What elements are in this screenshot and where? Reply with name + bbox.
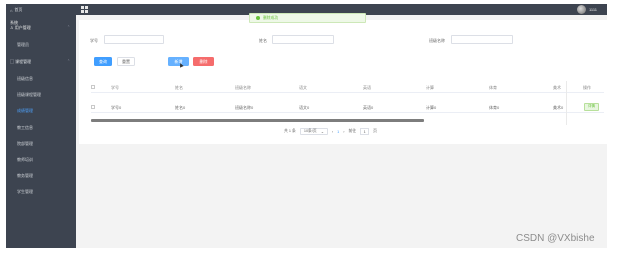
- table-row[interactable]: 学号0 姓名0 班级名称0 语文0 英语0 计算0 体育0 美术0 详情: [91, 101, 604, 113]
- toast-message: 删除成功: [263, 15, 279, 20]
- name-label: 姓名: [259, 38, 267, 43]
- prev-page-button[interactable]: ‹: [332, 130, 333, 134]
- name-input[interactable]: [272, 35, 334, 44]
- username: 1111: [588, 7, 597, 12]
- horizontal-scrollbar[interactable]: [91, 119, 604, 122]
- sidebar-item-staff[interactable]: 教工信息: [17, 125, 33, 131]
- student-id-input[interactable]: [104, 35, 164, 44]
- detail-button[interactable]: 详情: [584, 102, 599, 111]
- page-size-value: 10条/页: [303, 129, 317, 133]
- sidebar-item-class-info[interactable]: 班级信息: [17, 76, 33, 82]
- page-number-current[interactable]: 1: [337, 130, 339, 134]
- sidebar-item-grades[interactable]: 成绩管理: [17, 108, 33, 114]
- chevron-down-icon: ⌄: [320, 130, 324, 134]
- user-icon: ♙: [10, 25, 14, 30]
- chevron-up-icon: ⌃: [67, 25, 70, 29]
- sidebar: ⌂ 首页 系统 ♙ 用户管理 ⌃ 管理员 ▢ 课程管理 ⌃ 班级信息 班级课程管…: [6, 4, 76, 248]
- col-class-name[interactable]: 班级名称: [235, 85, 251, 91]
- reset-button[interactable]: 重置: [117, 57, 135, 66]
- col-chinese[interactable]: 语文: [299, 85, 307, 91]
- watermark: CSDN @VXbishe: [516, 233, 595, 244]
- scrollbar-thumb[interactable]: [91, 119, 424, 122]
- cell-class-name: 班级名称0: [235, 104, 254, 110]
- user-menu[interactable]: 1111: [576, 5, 597, 14]
- cell-english: 英语0: [363, 104, 374, 110]
- goto-label: 前往: [348, 129, 357, 133]
- goto-page-input[interactable]: 1: [360, 128, 370, 135]
- row-checkbox[interactable]: [91, 105, 95, 109]
- sidebar-group-course[interactable]: ▢ 课程管理: [10, 59, 31, 65]
- col-pe[interactable]: 体育: [489, 85, 497, 91]
- cell-chinese: 语文0: [299, 104, 310, 110]
- page-suffix: 页: [373, 129, 377, 133]
- col-student-id[interactable]: 学号: [111, 85, 119, 91]
- success-toast: 删除成功: [249, 13, 366, 23]
- sidebar-item-academic[interactable]: 教务管理: [17, 173, 33, 179]
- user-group-title-line2: 用户管理: [14, 25, 31, 30]
- page-size-select[interactable]: 10条/页 ⌄: [299, 128, 328, 135]
- col-art[interactable]: 美术: [553, 85, 561, 91]
- user-management-group[interactable]: 系统 ♙ 用户管理: [10, 20, 31, 30]
- cell-art: 美术0: [553, 104, 564, 110]
- cell-name: 姓名0: [175, 104, 186, 110]
- class-name-label: 班级名称: [429, 38, 445, 43]
- pagination: 共 1 条 10条/页 ⌄ ‹ 1 › 前往 1 页: [284, 128, 377, 135]
- col-name[interactable]: 姓名: [175, 85, 183, 91]
- total-count: 共 1 条: [284, 129, 296, 133]
- home-label: 首页: [14, 7, 23, 12]
- sidebar-item-admin[interactable]: 管理员: [17, 42, 29, 48]
- sidebar-item-students[interactable]: 学生管理: [17, 189, 33, 195]
- col-english[interactable]: 英语: [363, 85, 371, 91]
- home-icon: ⌂: [10, 7, 13, 13]
- col-computing[interactable]: 计算: [426, 85, 434, 91]
- sidebar-item-training[interactable]: 教师培训: [17, 157, 33, 163]
- next-page-button[interactable]: ›: [343, 130, 344, 134]
- search-button[interactable]: 查询: [94, 57, 112, 66]
- delete-button[interactable]: 删除: [193, 57, 214, 66]
- col-actions: 操作: [583, 84, 591, 90]
- cell-student-id: 学号0: [111, 104, 122, 110]
- table-header: 学号 姓名 班级名称 语文 英语 计算 体育 美术 操作: [91, 81, 604, 93]
- check-circle-icon: [256, 16, 260, 20]
- main-panel: 学号 姓名 班级名称 查询 重置 新增 删除 学号 姓名 班级名称 语文 英语 …: [79, 20, 607, 144]
- menu-toggle-icon[interactable]: [81, 6, 88, 13]
- chevron-up-icon: ⌃: [67, 59, 70, 63]
- class-name-input[interactable]: [451, 35, 513, 44]
- student-id-label: 学号: [90, 38, 98, 43]
- app-window: ⌂ 首页 系统 ♙ 用户管理 ⌃ 管理员 ▢ 课程管理 ⌃ 班级信息 班级课程管…: [6, 4, 607, 248]
- cell-computing: 计算0: [426, 104, 437, 110]
- cell-pe: 体育0: [489, 104, 500, 110]
- sidebar-group-course-label: 课程管理: [15, 59, 32, 64]
- select-all-checkbox[interactable]: [91, 85, 95, 89]
- sidebar-item-class-course[interactable]: 班级课程管理: [17, 92, 41, 98]
- home-link[interactable]: ⌂ 首页: [10, 7, 22, 13]
- avatar: [576, 5, 586, 14]
- sidebar-item-department[interactable]: 院部管理: [17, 141, 33, 147]
- book-icon: ▢: [10, 59, 14, 64]
